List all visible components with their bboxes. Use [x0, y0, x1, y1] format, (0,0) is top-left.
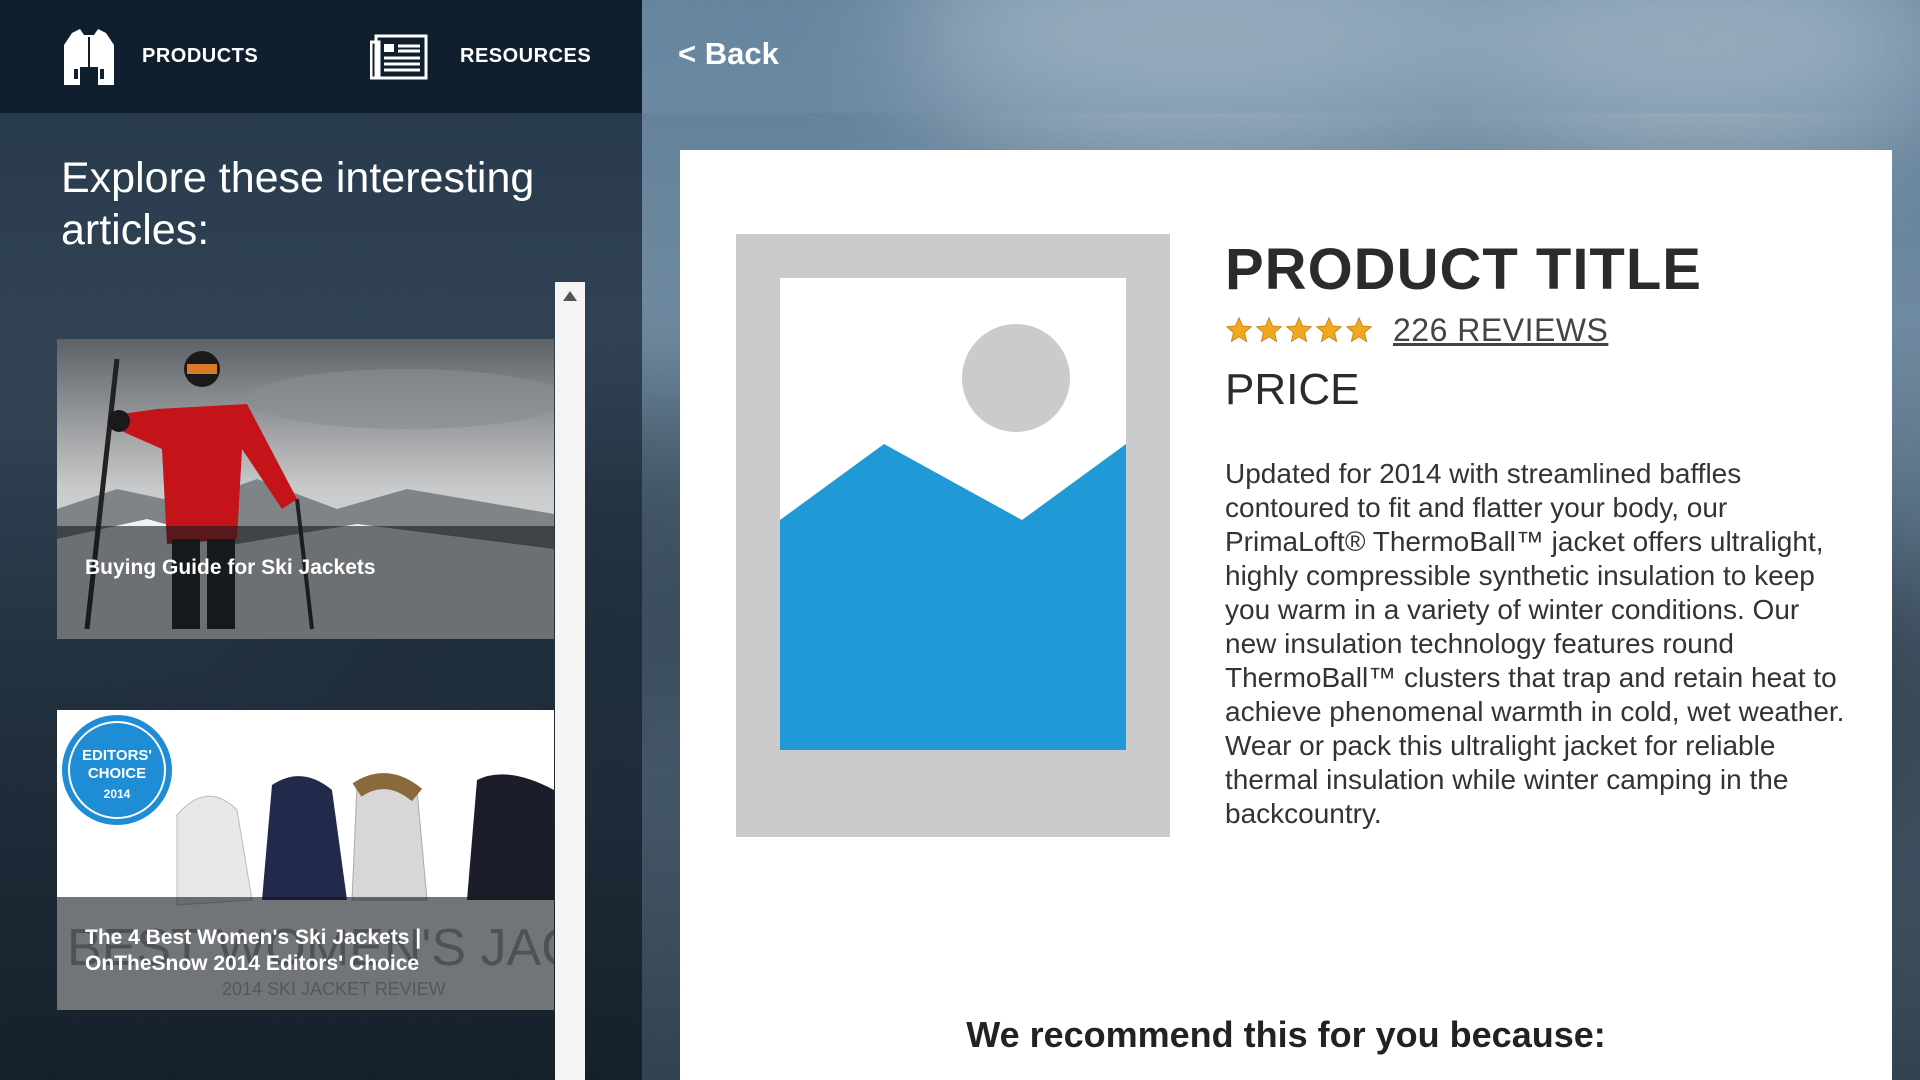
back-button[interactable]: < Back [678, 36, 779, 72]
star-icon [1285, 316, 1313, 343]
top-nav: PRODUCTS RESOURCES [0, 0, 642, 113]
rating-row: 226 REVIEWS [1225, 310, 1608, 350]
star-icon [1315, 316, 1343, 343]
star-icon [1255, 316, 1283, 343]
product-image [736, 234, 1170, 837]
back-bar [642, 0, 1920, 113]
svg-text:CHOICE: CHOICE [88, 765, 146, 782]
star-icon [1225, 316, 1253, 343]
article-caption-text: Buying Guide for Ski Jackets [85, 556, 376, 579]
svg-text:2014: 2014 [104, 787, 131, 801]
articles-list[interactable]: Buying Guide for Ski Jackets BEST WOMEN'… [57, 282, 585, 1080]
star-rating [1225, 316, 1373, 344]
image-placeholder-icon [780, 278, 1126, 750]
svg-text:EDITORS': EDITORS' [82, 747, 152, 764]
product-description: Updated for 2014 with streamlined baffle… [1225, 458, 1845, 829]
article-caption-line1: The 4 Best Women's Ski Jackets | [85, 926, 422, 949]
nav-products[interactable]: PRODUCTS [62, 0, 258, 113]
nav-resources[interactable]: RESOURCES [370, 0, 591, 113]
article-caption-line2: OnTheSnow 2014 Editors' Choice [85, 952, 420, 975]
article-card[interactable]: Buying Guide for Ski Jackets [57, 339, 554, 639]
jacket-icon [64, 28, 114, 85]
article-caption: Buying Guide for Ski Jackets [57, 526, 554, 639]
star-icon [1345, 316, 1373, 343]
scrollbar[interactable] [555, 282, 585, 1080]
article-caption: The 4 Best Women's Ski Jackets | OnTheSn… [57, 897, 554, 1010]
product-card: PRODUCT TITLE 226 REVIEWS PRICE Updated … [680, 150, 1892, 1080]
product-price: PRICE [1225, 365, 1360, 414]
reviews-link[interactable]: 226 REVIEWS [1393, 312, 1608, 349]
recommend-heading: We recommend this for you because: [966, 1014, 1606, 1055]
sidebar-title: Explore these interesting articles: [61, 154, 535, 254]
scroll-up-arrow-icon[interactable] [555, 286, 585, 306]
nav-products-label: PRODUCTS [142, 45, 259, 67]
product-title: PRODUCT TITLE [1225, 237, 1702, 302]
article-card[interactable]: BEST WOMEN'S JACKETS 2014 SKI JACKET REV… [57, 710, 554, 1010]
nav-resources-label: RESOURCES [460, 45, 592, 67]
editors-choice-badge: EDITORS' CHOICE 2014 [61, 712, 173, 828]
document-list-icon [370, 34, 428, 79]
